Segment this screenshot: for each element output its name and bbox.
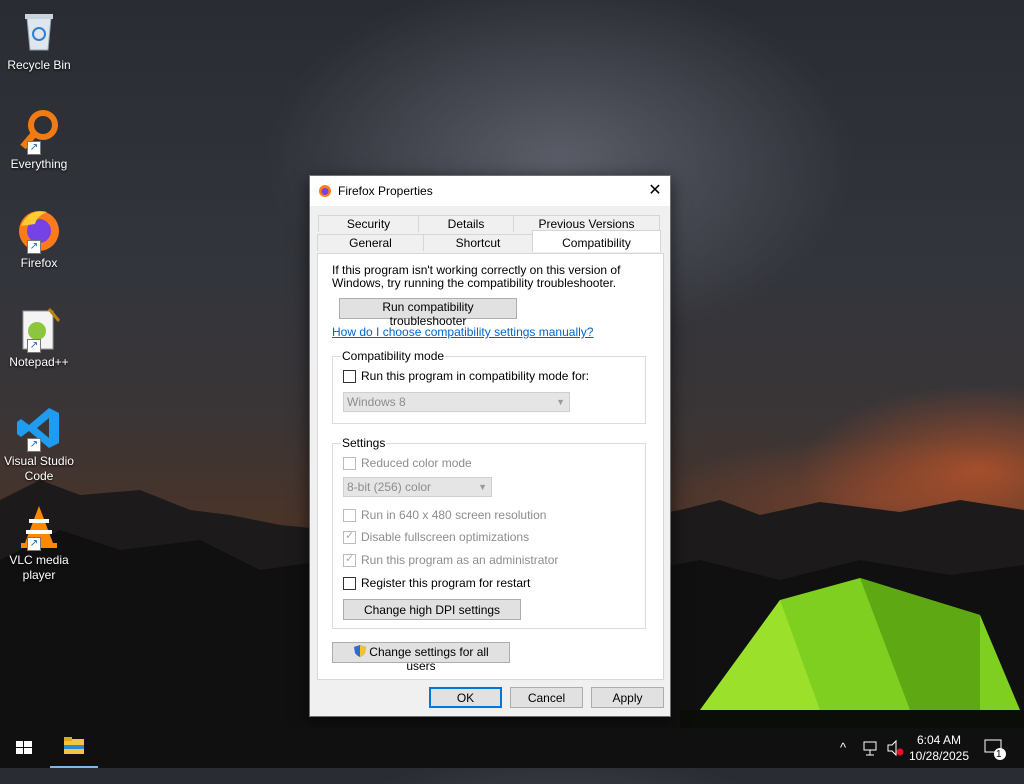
compatibility-mode-group: Compatibility mode Run this program in c… <box>332 349 646 424</box>
intro-text: If this program isn't working correctly … <box>332 263 621 290</box>
firefox-icon: ↗ <box>15 206 63 254</box>
run-troubleshooter-button[interactable]: Run compatibility troubleshooter <box>339 298 517 328</box>
chevron-down-icon: ▼ <box>478 482 487 492</box>
desktop-icon-label: Notepad++ <box>9 355 69 369</box>
notification-count: 1 <box>996 749 1002 760</box>
desktop-icon-firefox[interactable]: ↗ Firefox <box>0 206 78 271</box>
register-restart-row[interactable]: Register this program for restart <box>343 576 530 590</box>
clock-date: 10/28/2025 <box>908 749 970 763</box>
shortcut-arrow-icon: ↗ <box>27 141 41 155</box>
close-button[interactable]: ✕ <box>640 176 670 206</box>
run-640-checkbox <box>343 508 356 522</box>
desktop: Recycle Bin ↗ Everything ↗ Firefox ↗ Not… <box>0 0 1024 728</box>
compatibility-mode-checkbox[interactable] <box>343 369 356 383</box>
compatibility-tab-page: If this program isn't working correctly … <box>317 253 664 680</box>
run-as-admin-label: Run this program as an administrator <box>361 553 559 567</box>
disable-fullscreen-row: Disable fullscreen optimizations <box>343 529 530 544</box>
compatibility-mode-checkbox-row[interactable]: Run this program in compatibility mode f… <box>343 369 589 383</box>
color-depth-select: 8-bit (256) color ▼ <box>343 477 492 497</box>
register-restart-label: Register this program for restart <box>361 576 531 590</box>
compatibility-mode-title: Compatibility mode <box>341 349 446 363</box>
desktop-icon-everything[interactable]: ↗ Everything <box>0 107 78 172</box>
tab-compatibility[interactable]: Compatibility <box>532 230 661 252</box>
help-link[interactable]: How do I choose compatibility settings m… <box>332 325 593 339</box>
change-dpi-button[interactable]: Change high DPI settings <box>343 599 521 620</box>
os-version-select: Windows 8 ▼ <box>343 392 570 412</box>
desktop-icon-label: Firefox <box>20 256 58 270</box>
clock-time: 6:04 AM <box>916 733 962 747</box>
register-restart-checkbox[interactable] <box>343 576 356 590</box>
reduced-color-checkbox <box>343 456 356 470</box>
dialog-titlebar[interactable]: Firefox Properties ✕ <box>310 176 670 206</box>
color-depth-value: 8-bit (256) color <box>347 480 432 494</box>
shortcut-arrow-icon: ↗ <box>27 438 41 452</box>
uac-shield-icon <box>353 644 367 658</box>
ok-button[interactable]: OK <box>429 687 502 708</box>
shortcut-arrow-icon: ↗ <box>27 537 41 551</box>
change-settings-all-users-label: Change settings for all users <box>369 645 489 673</box>
desktop-icon-vscode[interactable]: ↗ Visual Studio Code <box>0 404 78 484</box>
folder-icon <box>64 737 84 754</box>
reduced-color-row: Reduced color mode <box>343 456 472 470</box>
file-explorer-taskbar-button[interactable] <box>50 728 98 768</box>
network-icon[interactable] <box>862 728 878 768</box>
desktop-icon-label: Recycle Bin <box>7 58 71 72</box>
vlc-icon: ↗ <box>15 503 63 551</box>
desktop-icon-notepad-plus-plus[interactable]: ↗ Notepad++ <box>0 305 78 370</box>
desktop-icon-recycle-bin[interactable]: Recycle Bin <box>0 8 78 73</box>
desktop-icon-vlc[interactable]: ↗ VLC media player <box>0 503 78 583</box>
reduced-color-label: Reduced color mode <box>361 456 472 470</box>
tray-chevron-up-icon[interactable]: ^ <box>840 728 846 768</box>
tab-general[interactable]: General <box>317 234 424 251</box>
desktop-icon-label: Everything <box>10 157 68 171</box>
recycle-bin-icon <box>15 8 63 56</box>
compatibility-mode-label: Run this program in compatibility mode f… <box>361 369 590 383</box>
cancel-button[interactable]: Cancel <box>510 687 583 708</box>
shortcut-arrow-icon: ↗ <box>27 339 41 353</box>
chevron-down-icon: ▼ <box>556 397 565 407</box>
run-as-admin-checkbox <box>343 552 356 567</box>
taskbar: ^ 6:04 AM 10/28/2025 1 <box>0 728 1024 768</box>
desktop-icon-label: VLC media player <box>9 553 69 582</box>
notepad-plus-plus-icon: ↗ <box>15 305 63 353</box>
start-button[interactable] <box>0 728 48 768</box>
run-640-row: Run in 640 x 480 screen resolution <box>343 508 546 522</box>
shortcut-arrow-icon: ↗ <box>27 240 41 254</box>
everything-search-icon: ↗ <box>15 107 63 155</box>
taskbar-clock[interactable]: 6:04 AM 10/28/2025 <box>905 732 973 764</box>
volume-muted-icon[interactable] <box>886 728 904 768</box>
settings-title: Settings <box>341 436 387 450</box>
tab-row-bottom: General Shortcut Compatibility <box>317 230 661 252</box>
windows-logo-icon <box>16 741 32 754</box>
notification-center-icon[interactable]: 1 <box>983 728 1007 768</box>
run-640-label: Run in 640 x 480 screen resolution <box>361 508 547 522</box>
vscode-icon: ↗ <box>15 404 63 452</box>
os-version-value: Windows 8 <box>347 395 406 409</box>
disable-fullscreen-label: Disable fullscreen optimizations <box>361 530 530 544</box>
disable-fullscreen-checkbox <box>343 529 356 544</box>
dialog-title: Firefox Properties <box>338 184 433 198</box>
desktop-icon-label: Visual Studio Code <box>4 454 74 483</box>
change-settings-all-users-button[interactable]: Change settings for all users <box>332 642 510 673</box>
tab-shortcut[interactable]: Shortcut <box>423 234 533 251</box>
apply-button[interactable]: Apply <box>591 687 664 708</box>
tab-details[interactable]: Details <box>418 215 514 232</box>
wallpaper-tent <box>680 578 1024 728</box>
properties-dialog: Firefox Properties ✕ Security Details Pr… <box>309 175 671 717</box>
firefox-icon <box>318 184 332 198</box>
tab-security[interactable]: Security <box>318 215 419 232</box>
run-as-admin-row: Run this program as an administrator <box>343 552 559 567</box>
settings-group: Settings Reduced color mode 8-bit (256) … <box>332 436 646 629</box>
